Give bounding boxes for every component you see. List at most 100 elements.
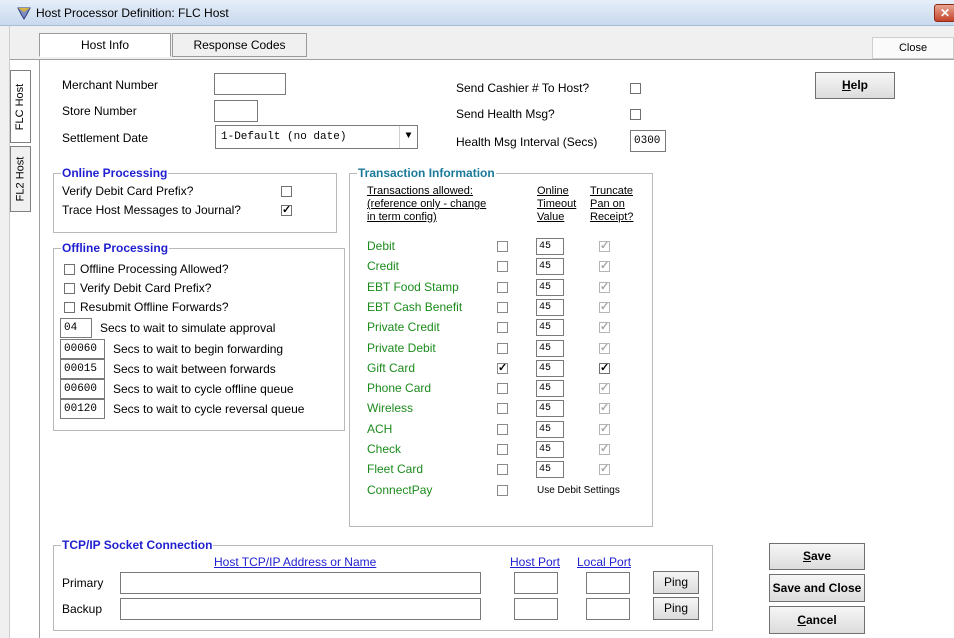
cancel-button[interactable]: Cancel [769,606,865,634]
tx-timeout-field[interactable] [536,319,564,336]
tx-note: Use Debit Settings [537,485,620,496]
tx-timeout-field[interactable] [536,238,564,255]
settlement-date-label: Settlement Date [62,131,149,145]
tx-allowed-checkbox [497,343,508,354]
save-button[interactable]: Save [769,543,865,570]
tx-allowed-checkbox [497,383,508,394]
tx-allowed-header-line3: in term config) [367,211,437,223]
app-icon [16,5,32,21]
side-tab-fl2-host[interactable]: FL2 Host [10,146,31,212]
tx-name-label: Credit [367,259,400,273]
tx-allowed-checkbox [497,282,508,293]
cycle-reversal-queue-label: Secs to wait to cycle reversal queue [113,402,305,416]
backup-local-port-field[interactable] [586,598,630,620]
tx-timeout-header-line3: Value [537,211,565,223]
between-forwards-label: Secs to wait between forwards [113,362,276,376]
tab-host-info[interactable]: Host Info [39,33,171,57]
settlement-date-value: 1-Default (no date) [221,131,347,143]
tx-timeout-field[interactable] [536,441,564,458]
offline-verify-prefix-label: Verify Debit Card Prefix? [80,281,212,295]
primary-local-port-field[interactable] [586,572,630,594]
tx-truncate-checkbox: ✓ [599,443,610,455]
primary-address-field[interactable] [120,572,481,594]
tx-truncate-checkbox[interactable]: ✓ [599,363,610,374]
tx-truncate-checkbox: ✓ [599,423,610,435]
tx-truncate-checkbox: ✓ [599,240,610,252]
tx-truncate-checkbox: ✓ [599,260,610,272]
backup-host-port-field[interactable] [514,598,558,620]
merchant-number-field[interactable] [214,73,286,95]
tx-allowed-checkbox [497,302,508,313]
resubmit-forwards-checkbox[interactable] [64,302,75,313]
offline-verify-prefix-checkbox[interactable] [64,283,75,294]
tx-timeout-field[interactable] [536,461,564,478]
tx-name-label: ACH [367,422,393,436]
tx-timeout-field[interactable] [536,340,564,357]
tx-timeout-field[interactable] [536,421,564,438]
tx-allowed-checkbox [497,261,508,272]
between-forwards-field[interactable] [60,359,105,379]
tx-allowed-checkbox [497,424,508,435]
tx-allowed-header-line2: (reference only - change [367,198,487,210]
save-and-close-button[interactable]: Save and Close [769,574,865,602]
tx-truncate-checkbox: ✓ [599,281,610,293]
tab-response-codes[interactable]: Response Codes [172,33,307,57]
cancel-label: ancel [805,613,837,627]
tx-truncate-checkbox: ✓ [599,402,610,414]
cycle-offline-queue-field[interactable] [60,379,105,399]
tx-timeout-field[interactable] [536,380,564,397]
save-hotkey: S [802,549,811,563]
save-label: ave [810,549,832,563]
primary-host-port-field[interactable] [514,572,558,594]
health-interval-field[interactable] [630,130,666,152]
tx-name-label: Phone Card [367,381,432,395]
tx-allowed-checkbox [497,444,508,455]
tx-timeout-field[interactable] [536,400,564,417]
simulate-approval-field[interactable] [60,318,92,338]
trace-host-messages-label: Trace Host Messages to Journal? [62,203,241,217]
send-cashier-checkbox[interactable] [630,83,641,94]
tx-allowed-checkbox: ✓ [497,362,508,374]
window-close-button[interactable]: ✕ [934,4,954,22]
settlement-date-select[interactable]: 1-Default (no date) ▼ [215,125,418,149]
offline-allowed-checkbox[interactable] [64,264,75,275]
tx-truncate-checkbox: ✓ [599,382,610,394]
store-number-field[interactable] [214,100,258,122]
tx-truncate-header-line2: Pan on [590,198,625,210]
side-tab-flc-host[interactable]: FLC Host [10,70,31,143]
tx-name-label: Fleet Card [367,462,424,476]
tx-name-label: Check [367,442,402,456]
online-verify-prefix-label: Verify Debit Card Prefix? [62,184,194,198]
online-verify-prefix-checkbox[interactable] [281,186,292,197]
online-processing-title: Online Processing [61,166,169,180]
trace-host-messages-checkbox[interactable]: ✓ [281,205,292,216]
tx-timeout-field[interactable] [536,258,564,275]
backup-address-field[interactable] [120,598,481,620]
tx-timeout-field[interactable] [536,279,564,296]
chevron-down-icon[interactable]: ▼ [399,126,417,148]
cancel-hotkey: C [797,613,806,627]
backup-ping-button[interactable]: Ping [653,597,699,620]
help-label: elp [850,78,868,92]
side-tab-label: FL2 Host [14,156,27,202]
help-button[interactable]: Help [815,72,895,99]
simulate-approval-label: Secs to wait to simulate approval [100,321,276,335]
tx-timeout-field[interactable] [536,299,564,316]
tx-name-label: Gift Card [367,361,416,375]
cycle-reversal-queue-field[interactable] [60,399,105,419]
close-button[interactable]: Close [872,37,954,59]
left-frame [0,26,10,638]
primary-ping-button[interactable]: Ping [653,571,699,594]
tx-truncate-checkbox: ✓ [599,463,610,475]
host-address-header: Host TCP/IP Address or Name [214,555,377,569]
transaction-info-title: Transaction Information [357,166,496,180]
store-number-label: Store Number [62,104,137,118]
tx-timeout-field[interactable] [536,360,564,377]
tx-allowed-checkbox [497,403,508,414]
tx-truncate-checkbox: ✓ [599,301,610,313]
begin-forwarding-label: Secs to wait to begin forwarding [113,342,284,356]
begin-forwarding-field[interactable] [60,339,105,359]
send-health-checkbox[interactable] [630,109,641,120]
offline-processing-title: Offline Processing [61,241,170,255]
backup-label: Backup [62,602,103,616]
